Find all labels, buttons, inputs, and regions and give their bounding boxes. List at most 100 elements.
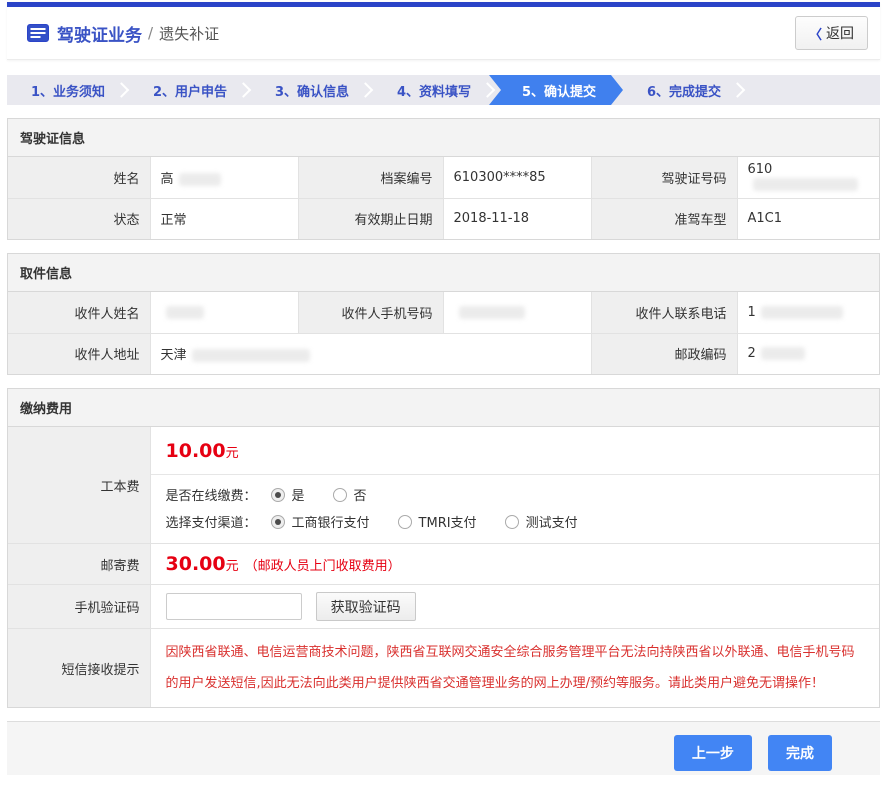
table-row: 收件人地址 天津 邮政编码 2 — [8, 333, 879, 374]
recipient-address-label: 收件人地址 — [8, 333, 150, 374]
postal-code-value: 2 — [737, 333, 879, 374]
postage-fee-amount: 30.00 — [166, 553, 226, 575]
sms-notice-label: 短信接收提示 — [8, 629, 150, 708]
page-header: 驾驶证业务 / 遗失补证 〈 返回 — [7, 2, 880, 60]
step-2-user-declaration[interactable]: 2、用户申告 — [129, 75, 251, 105]
online-payment-yes-label: 是 — [292, 485, 305, 504]
footer-action-bar: 上一步 完成 — [7, 721, 880, 775]
expiry-label: 有效期止日期 — [298, 198, 443, 239]
recipient-address-value: 天津 — [150, 333, 591, 374]
radio-unchecked-icon[interactable] — [398, 515, 412, 529]
channel-test-label: 测试支付 — [526, 512, 578, 531]
vehicle-class-label: 准驾车型 — [591, 198, 737, 239]
recipient-mobile-label: 收件人手机号码 — [298, 292, 443, 333]
expiry-value: 2018-11-18 — [443, 198, 591, 239]
back-button[interactable]: 〈 返回 — [795, 16, 868, 50]
postage-fee-note: （邮政人员上门收取费用） — [245, 559, 401, 574]
license-business-icon — [27, 24, 49, 42]
step-5-confirm-submit[interactable]: 5、确认提交 — [489, 75, 623, 105]
back-chevron-icon: 〈 — [809, 24, 822, 43]
production-fee-label: 工本费 — [8, 427, 150, 544]
page-title: 驾驶证业务 — [57, 21, 142, 46]
license-info-title: 驾驶证信息 — [8, 119, 879, 157]
redacted-value — [761, 306, 843, 319]
fees-section: 缴纳费用 工本费 10.00元 是否在线缴费： 是 — [7, 388, 880, 708]
recipient-phone-label: 收件人联系电话 — [591, 292, 737, 333]
redacted-value — [192, 349, 310, 362]
payment-channel-row: 选择支付渠道： 工商银行支付 TMRI支付 测试支付 — [166, 512, 865, 531]
sms-code-label: 手机验证码 — [8, 585, 150, 629]
license-no-label: 驾驶证号码 — [591, 157, 737, 198]
channel-tmri-label: TMRI支付 — [419, 512, 477, 531]
step-3-confirm-info[interactable]: 3、确认信息 — [251, 75, 373, 105]
finish-button[interactable]: 完成 — [768, 735, 832, 771]
table-row: 状态 正常 有效期止日期 2018-11-18 准驾车型 A1C1 — [8, 198, 879, 239]
redacted-value — [753, 178, 858, 191]
channel-test-option[interactable]: 测试支付 — [505, 512, 578, 531]
status-value: 正常 — [150, 198, 298, 239]
pickup-info-title: 取件信息 — [8, 254, 879, 292]
table-row: 工本费 10.00元 是否在线缴费： 是 否 — [8, 427, 879, 544]
table-row: 收件人姓名 收件人手机号码 收件人联系电话 1 — [8, 292, 879, 333]
redacted-value — [166, 306, 204, 319]
license-no-value: 610 — [737, 157, 879, 198]
pickup-info-table: 收件人姓名 收件人手机号码 收件人联系电话 1 收件人地址 天津 邮政编码 2 — [8, 292, 879, 374]
pickup-info-section: 取件信息 收件人姓名 收件人手机号码 收件人联系电话 1 收件人地址 天津 邮政… — [7, 253, 880, 375]
breadcrumb-current: 遗失补证 — [159, 23, 219, 44]
sms-code-cell: 获取验证码 — [150, 585, 879, 629]
channel-icbc-option[interactable]: 工商银行支付 — [271, 512, 370, 531]
sms-notice-text: 因陕西省联通、电信运营商技术问题，陕西省互联网交通安全综合服务管理平台无法向持陕… — [151, 629, 880, 707]
radio-checked-icon[interactable] — [271, 488, 285, 502]
vehicle-class-value: A1C1 — [737, 198, 879, 239]
table-row: 短信接收提示 因陕西省联通、电信运营商技术问题，陕西省互联网交通安全综合服务管理… — [8, 629, 879, 708]
name-value: 高 — [150, 157, 298, 198]
table-row: 手机验证码 获取验证码 — [8, 585, 879, 629]
sms-code-input[interactable] — [166, 593, 302, 620]
production-fee-cell: 10.00元 是否在线缴费： 是 否 — [150, 427, 879, 544]
payment-channel-label: 选择支付渠道： — [166, 512, 257, 531]
channel-tmri-option[interactable]: TMRI支付 — [398, 512, 477, 531]
production-fee-amount-line: 10.00元 — [151, 427, 880, 475]
recipient-phone-value: 1 — [737, 292, 879, 333]
get-code-button[interactable]: 获取验证码 — [316, 592, 416, 621]
step-progress-bar: 1、业务须知 2、用户申告 3、确认信息 4、资料填写 5、确认提交 6、完成提… — [7, 75, 880, 105]
recipient-mobile-value — [443, 292, 591, 333]
table-row: 姓名 高 档案编号 610300****85 驾驶证号码 610 — [8, 157, 879, 198]
postage-fee-label: 邮寄费 — [8, 544, 150, 585]
previous-step-button[interactable]: 上一步 — [674, 735, 752, 771]
channel-icbc-label: 工商银行支付 — [292, 512, 370, 531]
online-payment-no-option[interactable]: 否 — [333, 485, 367, 504]
redacted-value — [459, 306, 525, 319]
postage-fee-unit: 元 — [226, 559, 239, 574]
status-label: 状态 — [8, 198, 150, 239]
production-fee-amount: 10.00 — [166, 440, 226, 462]
online-payment-label: 是否在线缴费： — [166, 485, 257, 504]
fees-title: 缴纳费用 — [8, 389, 879, 427]
production-fee-unit: 元 — [226, 446, 239, 461]
fees-table: 工本费 10.00元 是否在线缴费： 是 否 — [8, 427, 879, 707]
file-no-value: 610300****85 — [443, 157, 591, 198]
step-6-complete-submit[interactable]: 6、完成提交 — [623, 75, 745, 105]
license-info-table: 姓名 高 档案编号 610300****85 驾驶证号码 610 状态 正常 有… — [8, 157, 879, 239]
online-payment-yes-option[interactable]: 是 — [271, 485, 305, 504]
sms-notice-cell: 因陕西省联通、电信运营商技术问题，陕西省互联网交通安全综合服务管理平台无法向持陕… — [150, 629, 879, 708]
online-payment-no-label: 否 — [354, 485, 367, 504]
recipient-name-label: 收件人姓名 — [8, 292, 150, 333]
radio-unchecked-icon[interactable] — [505, 515, 519, 529]
table-row: 邮寄费 30.00元 （邮政人员上门收取费用） — [8, 544, 879, 585]
radio-unchecked-icon[interactable] — [333, 488, 347, 502]
online-payment-row: 是否在线缴费： 是 否 — [166, 485, 865, 504]
payment-options: 是否在线缴费： 是 否 选择支付渠道： — [151, 475, 880, 543]
step-1-business-notes[interactable]: 1、业务须知 — [7, 75, 129, 105]
radio-checked-icon[interactable] — [271, 515, 285, 529]
step-4-fill-data[interactable]: 4、资料填写 — [373, 75, 495, 105]
postal-code-label: 邮政编码 — [591, 333, 737, 374]
breadcrumb-separator: / — [148, 24, 153, 42]
back-button-label: 返回 — [826, 23, 854, 43]
license-info-section: 驾驶证信息 姓名 高 档案编号 610300****85 驾驶证号码 610 状… — [7, 118, 880, 240]
recipient-name-value — [150, 292, 298, 333]
redacted-value — [179, 173, 221, 186]
file-no-label: 档案编号 — [298, 157, 443, 198]
postage-fee-cell: 30.00元 （邮政人员上门收取费用） — [150, 544, 879, 585]
name-label: 姓名 — [8, 157, 150, 198]
